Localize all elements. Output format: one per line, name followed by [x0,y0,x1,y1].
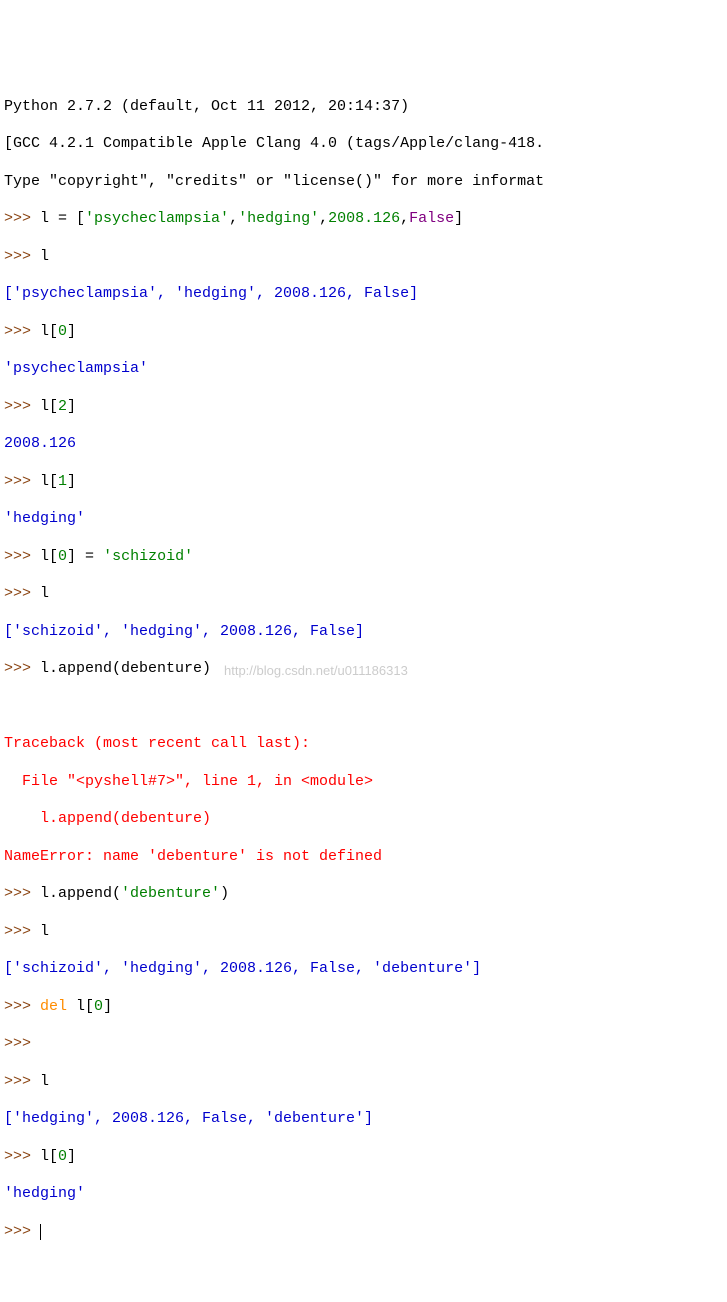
output-line: 'hedging' [4,510,723,529]
watermark: http://blog.csdn.net/u011186313 [224,663,408,679]
output-line: ['psycheclampsia', 'hedging', 2008.126, … [4,285,723,304]
prompt: >>> [4,585,40,602]
current-prompt[interactable]: >>> [4,1223,723,1242]
input-line[interactable]: >>> del l[0] [4,998,723,1017]
help-info: Type "copyright", "credits" or "license(… [4,173,723,192]
output-line: 2008.126 [4,435,723,454]
prompt: >>> [4,923,40,940]
prompt: >>> [4,248,40,265]
input-line[interactable]: >>> l [4,248,723,267]
prompt: >>> [4,1073,40,1090]
prompt: >>> [4,885,40,902]
input-line[interactable]: >>> l[0] [4,323,723,342]
prompt: >>> [4,323,40,340]
prompt: >>> [4,1148,40,1165]
traceback-code: l.append(debenture) [4,810,723,829]
input-line[interactable]: >>> l [4,923,723,942]
input-line[interactable]: >>> l = ['psycheclampsia','hedging',2008… [4,210,723,229]
terminal-output: Python 2.7.2 (default, Oct 11 2012, 20:1… [4,79,723,1260]
gcc-info: [GCC 4.2.1 Compatible Apple Clang 4.0 (t… [4,135,723,154]
traceback-file: File "<pyshell#7>", line 1, in <module> [4,773,723,792]
prompt: >>> [4,473,40,490]
traceback-error: NameError: name 'debenture' is not defin… [4,848,723,867]
python-version: Python 2.7.2 (default, Oct 11 2012, 20:1… [4,98,723,117]
prompt: >>> [4,210,40,227]
cursor-icon [40,1224,41,1240]
blank-line [4,698,723,717]
traceback-header: Traceback (most recent call last): [4,735,723,754]
prompt: >>> [4,398,40,415]
input-line[interactable]: >>> l.append(debenture)http://blog.csdn.… [4,660,723,679]
input-line[interactable]: >>> l[2] [4,398,723,417]
prompt: >>> [4,548,40,565]
input-line[interactable]: >>> l[1] [4,473,723,492]
prompt: >>> [4,1223,40,1240]
output-line: ['schizoid', 'hedging', 2008.126, False,… [4,960,723,979]
prompt: >>> [4,1035,40,1052]
empty-prompt[interactable]: >>> [4,1035,723,1054]
output-line: 'hedging' [4,1185,723,1204]
input-line[interactable]: >>> l [4,1073,723,1092]
output-line: ['schizoid', 'hedging', 2008.126, False] [4,623,723,642]
input-line[interactable]: >>> l[0] [4,1148,723,1167]
input-line[interactable]: >>> l[0] = 'schizoid' [4,548,723,567]
output-line: 'psycheclampsia' [4,360,723,379]
input-line[interactable]: >>> l.append('debenture') [4,885,723,904]
prompt: >>> [4,998,40,1015]
input-line[interactable]: >>> l [4,585,723,604]
output-line: ['hedging', 2008.126, False, 'debenture'… [4,1110,723,1129]
prompt: >>> [4,660,40,677]
